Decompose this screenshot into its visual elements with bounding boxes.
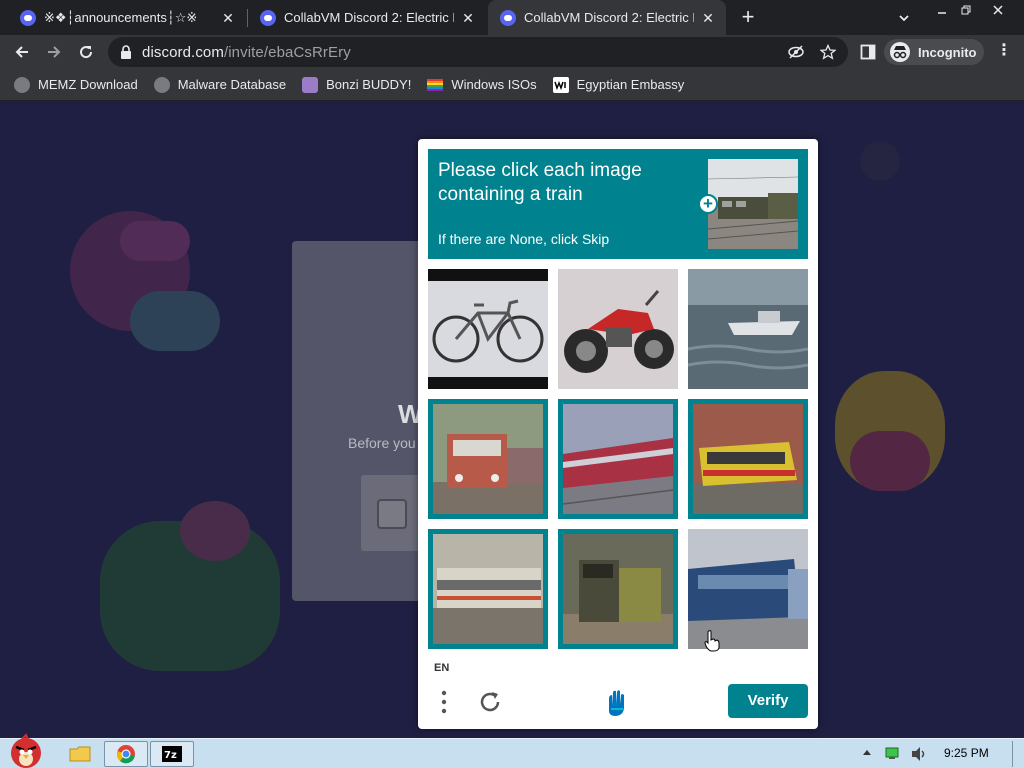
reload-button[interactable] <box>74 40 98 64</box>
incognito-badge[interactable]: Incognito <box>884 39 984 65</box>
chrome-icon <box>116 745 135 764</box>
back-button[interactable] <box>10 40 34 64</box>
taskbar-7zip[interactable]: 7z <box>150 741 194 767</box>
taskbar-chrome[interactable] <box>104 741 148 767</box>
wix-icon <box>552 76 569 93</box>
bookmarks-bar: MEMZ Download Malware Database Bonzi BUD… <box>0 69 1024 101</box>
bookmark-bonzi-buddy[interactable]: Bonzi BUDDY! <box>302 76 411 93</box>
incognito-label: Incognito <box>918 44 977 60</box>
taskbar-explorer[interactable] <box>58 741 102 767</box>
prompt-subtitle: If there are None, click Skip <box>438 231 610 247</box>
globe-icon <box>153 76 170 93</box>
tile-train-1[interactable] <box>428 399 548 519</box>
zoom-plus-icon[interactable]: + <box>698 194 718 214</box>
tab-strip: ※❖┆announcements┆☆※ ✕ CollabVM Discord 2… <box>0 0 1024 35</box>
example-image[interactable] <box>708 159 798 249</box>
incognito-icon <box>890 42 910 62</box>
refresh-icon[interactable] <box>476 688 504 716</box>
forward-button[interactable] <box>42 40 66 64</box>
lock-icon <box>121 45 131 59</box>
tile-train-3[interactable] <box>688 399 808 519</box>
tab-title: ※❖┆announcements┆☆※ <box>44 9 198 25</box>
tile-boat[interactable] <box>688 269 808 389</box>
eye-slash-icon[interactable] <box>788 44 804 60</box>
folder-icon <box>69 746 91 762</box>
angry-bird-icon <box>11 733 41 768</box>
tile-train-4[interactable] <box>428 529 548 649</box>
show-desktop-button[interactable] <box>1012 741 1024 767</box>
bookmark-egyptian-embassy[interactable]: Egyptian Embassy <box>552 76 684 93</box>
card-subtext: Before you <box>348 435 416 451</box>
bonzi-icon <box>302 76 319 93</box>
tab-title: CollabVM Discord 2: Electric B <box>524 10 694 25</box>
globe-icon <box>14 76 30 93</box>
bookmark-windows-isos[interactable]: Windows ISOs <box>427 77 537 92</box>
tile-train-5[interactable] <box>558 529 678 649</box>
discord-icon <box>20 9 36 26</box>
discord-icon <box>500 9 516 26</box>
tab-collabvm-2[interactable]: CollabVM Discord 2: Electric B ✕ <box>488 0 726 35</box>
language-selector[interactable]: EN <box>434 662 449 674</box>
tab-collabvm-1[interactable]: CollabVM Discord 2: Electric B ✕ <box>248 0 486 35</box>
taskbar: 7z 9:25 PM <box>0 733 1024 768</box>
bookmark-memz[interactable]: MEMZ Download <box>14 76 138 93</box>
side-panel-icon[interactable] <box>860 44 876 60</box>
url-text: discord.com/invite/ebaCsRrEry <box>142 44 351 61</box>
rainbow-flag-icon <box>427 78 444 91</box>
bookmark-malware-database[interactable]: Malware Database <box>153 76 286 93</box>
tab-title: CollabVM Discord 2: Electric B <box>284 10 454 25</box>
hcaptcha-challenge: Please click each image containing a tra… <box>418 139 818 729</box>
hcaptcha-logo-icon <box>609 690 624 716</box>
reload-icon <box>80 46 93 59</box>
svg-text:7z: 7z <box>164 750 177 761</box>
arrow-left-icon <box>15 46 28 58</box>
tile-motorcycle[interactable] <box>558 269 678 389</box>
browser-menu-icon[interactable]: ⋮ <box>996 43 1012 60</box>
verify-button[interactable]: Verify <box>728 684 808 718</box>
discord-icon <box>260 9 276 26</box>
volume-icon[interactable] <box>910 746 928 762</box>
tile-train-2[interactable] <box>558 399 678 519</box>
arrow-right-icon <box>48 46 61 58</box>
restore-button[interactable] <box>952 0 980 20</box>
new-tab-button[interactable]: + <box>736 6 760 30</box>
network-icon[interactable] <box>884 746 900 760</box>
close-icon[interactable]: ✕ <box>460 10 476 26</box>
address-bar[interactable]: discord.com/invite/ebaCsRrEry <box>108 37 848 67</box>
image-grid <box>428 269 808 649</box>
prompt-title: Please click each image containing a tra… <box>438 160 642 205</box>
start-button[interactable] <box>4 733 48 768</box>
tab-announcements[interactable]: ※❖┆announcements┆☆※ ✕ <box>8 0 246 35</box>
tray-expand-icon[interactable] <box>862 746 872 760</box>
7zip-icon: 7z <box>162 746 182 762</box>
browser-toolbar: discord.com/invite/ebaCsRrEry Incognito … <box>0 35 1024 69</box>
challenge-prompt: Please click each image containing a tra… <box>428 149 808 259</box>
close-icon[interactable]: ✕ <box>700 10 716 26</box>
star-icon[interactable] <box>820 44 836 60</box>
tab-search-chevron-icon[interactable] <box>896 10 912 26</box>
tile-bicycle[interactable] <box>428 269 548 389</box>
menu-dots-icon[interactable] <box>438 689 450 715</box>
taskbar-clock[interactable]: 9:25 PM <box>944 746 989 760</box>
close-icon[interactable]: ✕ <box>220 10 236 26</box>
captcha-checkbox[interactable] <box>377 499 407 529</box>
hand-cursor-icon <box>704 630 720 652</box>
close-window-button[interactable] <box>984 0 1012 20</box>
